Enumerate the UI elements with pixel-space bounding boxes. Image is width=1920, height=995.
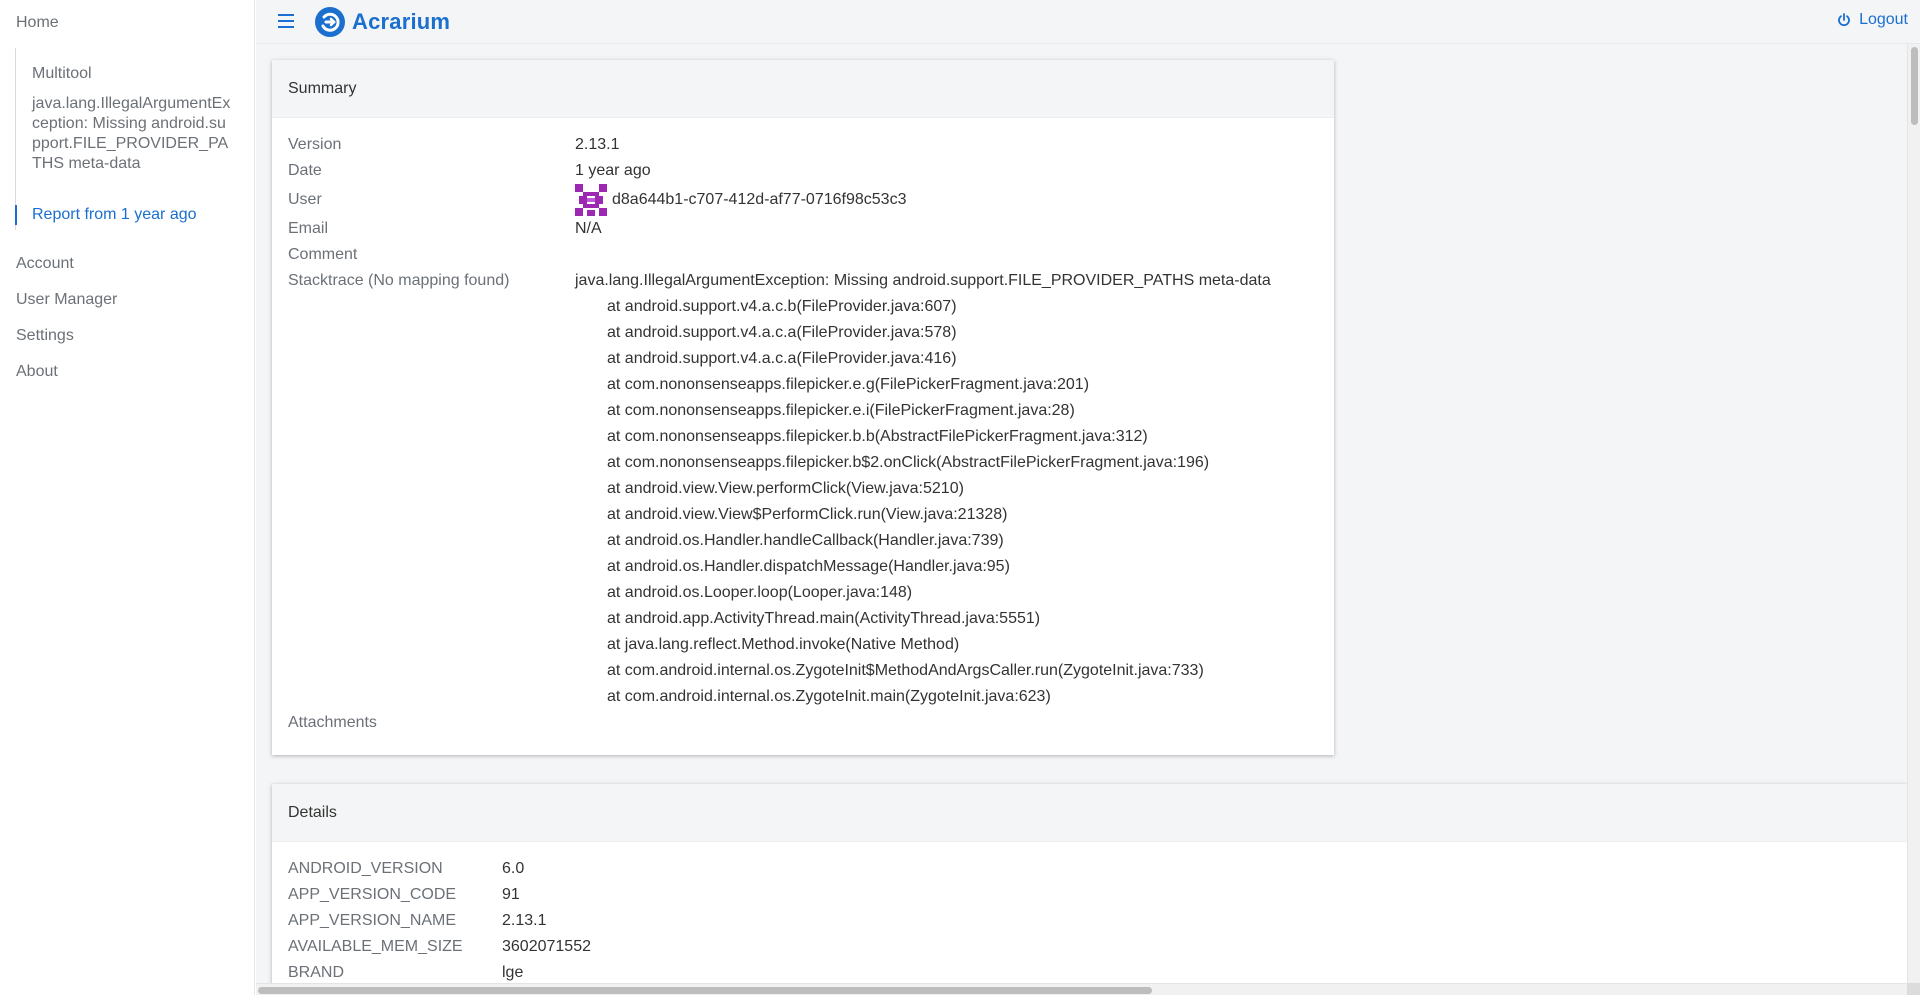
sidebar-item-crash[interactable]: java.lang.IllegalArgumentException: Miss… [32,94,232,174]
details-key: BRAND [288,964,345,981]
scrollbar-corner [1907,983,1920,995]
summary-card: Summary Version 2.13.1 Date 1 year ago U… [272,60,1334,755]
details-card: Details ANDROID_VERSION 6.0 APP_VERSION_CO… [272,784,1907,983]
version-value: 2.13.1 [575,136,620,153]
version-label: Version [288,136,342,153]
stacktrace-line: at android.support.v4.a.c.a(FileProvider… [607,324,957,341]
menu-icon[interactable] [278,14,294,28]
comment-label: Comment [288,246,358,263]
app-logo[interactable]: Acrarium [314,6,450,38]
main-content: Summary Version 2.13.1 Date 1 year ago U… [256,44,1907,983]
stacktrace-head: java.lang.IllegalArgumentException: Miss… [575,272,1271,289]
details-key: APP_VERSION_NAME [288,912,457,929]
user-label: User [288,191,322,208]
power-icon [1838,13,1850,27]
details-value: 91 [502,886,520,903]
details-title: Details [272,784,1907,842]
acrarium-logo-icon [315,7,345,37]
date-value: 1 year ago [575,162,651,179]
stacktrace-line: at android.os.Handler.dispatchMessage(Ha… [607,558,1010,575]
logout-label: Logout [1859,11,1908,28]
details-value: 2.13.1 [502,912,547,929]
details-value: lge [502,964,524,981]
vertical-scrollbar-thumb[interactable] [1911,47,1918,125]
stacktrace-line: at android.support.v4.a.c.b(FileProvider… [607,298,957,315]
summary-title: Summary [272,60,1334,118]
vertical-scrollbar[interactable] [1907,44,1920,983]
stacktrace-line: at com.nononsenseapps.filepicker.b.b(Abs… [607,428,1148,445]
attachments-label: Attachments [288,714,377,731]
sidebar-item-account[interactable]: Account [16,255,74,273]
top-bar: Acrarium Logout [256,0,1920,44]
stacktrace-line: at android.support.v4.a.c.a(FileProvider… [607,350,957,367]
sidebar: Home Multitool java.lang.IllegalArgument… [0,0,255,995]
stacktrace-line: at android.view.View.performClick(View.j… [607,480,964,497]
details-key: AVAILABLE_MEM_SIZE [288,938,463,955]
stacktrace-line: at com.nononsenseapps.filepicker.b$2.onC… [607,454,1210,471]
sidebar-subnav: Multitool java.lang.IllegalArgumentExcep… [15,48,245,230]
sidebar-item-app[interactable]: Multitool [32,64,92,84]
sidebar-item-settings[interactable]: Settings [16,327,74,345]
details-key: APP_VERSION_CODE [288,886,457,903]
details-value: 6.0 [502,860,525,877]
details-value: 3602071552 [502,938,591,955]
sidebar-item-report[interactable]: Report from 1 year ago [15,205,197,225]
stacktrace-line: at com.nononsenseapps.filepicker.e.g(Fil… [607,376,1090,393]
stacktrace-line: at com.android.internal.os.ZygoteInit$Me… [607,662,1204,679]
stacktrace-line: at android.os.Looper.loop(Looper.java:14… [607,584,913,601]
stacktrace-line: at android.os.Handler.handleCallback(Han… [607,532,1004,549]
stacktrace-line: at android.app.ActivityThread.main(Activ… [607,610,1041,627]
date-label: Date [288,162,322,179]
user-value: d8a644b1-c707-412d-af77-0716f98c53c3 [612,191,907,208]
stacktrace-line: at com.android.internal.os.ZygoteInit.ma… [607,688,1051,705]
stacktrace-line: at android.view.View$PerformClick.run(Vi… [607,506,1008,523]
logout-button[interactable]: Logout [1837,11,1908,29]
horizontal-scrollbar-thumb[interactable] [258,987,1152,994]
horizontal-scrollbar[interactable] [256,983,1907,995]
app-name: Acrarium [352,9,451,34]
sidebar-item-home[interactable]: Home [16,14,59,32]
details-key: ANDROID_VERSION [288,860,443,877]
sidebar-item-user-manager[interactable]: User Manager [16,291,117,309]
stacktrace-label: Stacktrace (No mapping found) [288,272,510,289]
email-label: Email [288,220,329,237]
email-value: N/A [575,220,602,237]
sidebar-item-about[interactable]: About [16,363,58,381]
stacktrace-line: at com.nononsenseapps.filepicker.e.i(Fil… [607,402,1075,419]
user-avatar-icon [575,184,607,216]
stacktrace-line: at java.lang.reflect.Method.invoke(Nativ… [607,636,960,653]
